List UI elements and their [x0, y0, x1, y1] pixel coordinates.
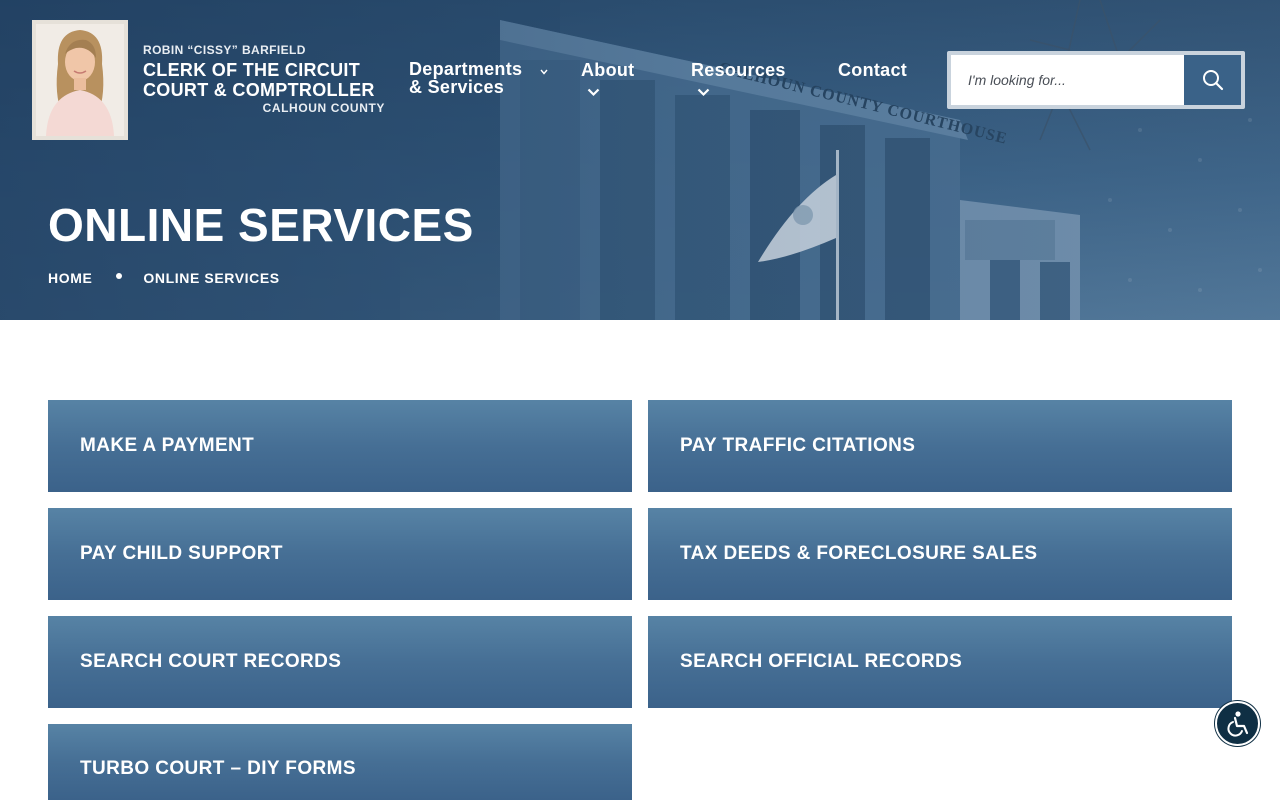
accessibility-icon [1226, 710, 1248, 737]
service-pay-child-support[interactable]: PAY CHILD SUPPORT [48, 508, 632, 600]
accessibility-button[interactable] [1215, 701, 1260, 746]
nav-about[interactable]: About [581, 60, 634, 102]
breadcrumb-separator [115, 273, 122, 280]
clerk-name: ROBIN “CISSY” BARFIELD [143, 43, 306, 57]
portrait-image [36, 24, 124, 136]
nav-departments-label-line2: & Services [409, 77, 505, 97]
nav-departments-label-line1: Departments [409, 59, 523, 79]
service-search-court-records[interactable]: SEARCH COURT RECORDS [48, 616, 632, 708]
county-name: CALHOUN COUNTY [262, 101, 385, 115]
nav-contact-label: Contact [838, 60, 908, 80]
nav-contact[interactable]: Contact [838, 60, 907, 81]
site-branding[interactable]: ROBIN “CISSY” BARFIELD CLERK OF THE CIRC… [143, 43, 393, 115]
search-button[interactable] [1184, 55, 1241, 105]
site-search [947, 51, 1245, 109]
nav-about-label: About [581, 60, 635, 80]
service-pay-traffic-citations[interactable]: PAY TRAFFIC CITATIONS [648, 400, 1232, 492]
breadcrumb-current: ONLINE SERVICES [143, 270, 280, 286]
nav-resources-label: Resources [691, 60, 786, 80]
chevron-down-icon [540, 69, 548, 75]
clerk-portrait-logo[interactable] [32, 20, 128, 140]
service-tax-deeds-foreclosure[interactable]: TAX DEEDS & FORECLOSURE SALES [648, 508, 1232, 600]
chevron-down-icon [587, 88, 600, 96]
office-title-line2: COURT & COMPTROLLER [143, 80, 375, 100]
chevron-down-icon [697, 88, 710, 96]
nav-departments-services[interactable]: Departments & Services [409, 60, 549, 96]
search-icon [1202, 70, 1223, 91]
office-title-line1: CLERK OF THE CIRCUIT [143, 60, 360, 80]
nav-resources[interactable]: Resources [691, 60, 786, 102]
page-title: ONLINE SERVICES [48, 199, 474, 251]
breadcrumb-home[interactable]: HOME [48, 270, 92, 286]
service-make-payment[interactable]: MAKE A PAYMENT [48, 400, 632, 492]
breadcrumb: HOME ONLINE SERVICES [48, 270, 280, 286]
service-turbo-court-forms[interactable]: TURBO COURT – DIY FORMS [48, 724, 632, 800]
search-input[interactable] [951, 55, 1185, 105]
service-search-official-records[interactable]: SEARCH OFFICIAL RECORDS [648, 616, 1232, 708]
